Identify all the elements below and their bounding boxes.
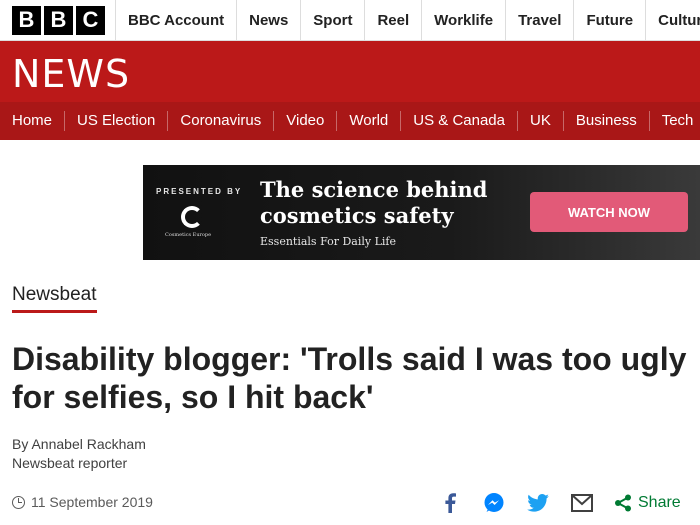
ad-headline: The science behind cosmetics safety — [260, 177, 487, 229]
advertisement-banner[interactable]: PRESENTED BY Cosmetics Europe The scienc… — [143, 165, 700, 260]
share-label: Share — [638, 494, 681, 511]
ad-headline-line: cosmetics safety — [260, 203, 454, 228]
section-nav-us-canada[interactable]: US & Canada — [400, 111, 517, 131]
byline: By Annabel Rackham Newsbeat reporter — [12, 435, 146, 473]
share-button[interactable]: Share — [614, 494, 681, 512]
section-nav-business[interactable]: Business — [562, 111, 649, 131]
section-nav-home[interactable]: Home — [0, 111, 64, 131]
publish-date-text: 11 September 2019 — [31, 494, 153, 510]
article-section-link[interactable]: Newsbeat — [12, 284, 97, 313]
share-toolbar: Share — [428, 489, 681, 517]
share-icon — [615, 494, 631, 512]
article-headline: Disability blogger: 'Trolls said I was t… — [12, 341, 687, 415]
section-nav-world[interactable]: World — [336, 111, 400, 131]
author-name: By Annabel Rackham — [12, 436, 146, 452]
section-nav-us-election[interactable]: US Election — [64, 111, 167, 131]
ad-sponsor-name: Cosmetics Europe — [165, 232, 212, 238]
section-nav-tech[interactable]: Tech — [648, 111, 700, 131]
bbc-logo[interactable]: B B C — [0, 0, 115, 40]
top-nav-news[interactable]: News — [236, 0, 300, 40]
section-nav-uk[interactable]: UK — [517, 111, 563, 131]
news-title[interactable]: NEWS — [12, 52, 130, 96]
sponsor-logo-icon — [181, 206, 203, 228]
top-nav-reel[interactable]: Reel — [364, 0, 421, 40]
news-header-band: NEWS — [0, 41, 700, 102]
ad-presented-by: PRESENTED BY — [156, 187, 243, 196]
publish-date: 11 September 2019 — [12, 494, 153, 510]
section-nav-coronavirus[interactable]: Coronavirus — [167, 111, 273, 131]
bbc-logo-letter: B — [12, 5, 41, 35]
bbc-top-bar: B B C BBC Account News Sport Reel Workli… — [0, 0, 700, 41]
ad-watch-now-button[interactable]: WATCH NOW — [530, 192, 688, 232]
facebook-icon[interactable] — [428, 489, 472, 517]
top-nav-bbc-account[interactable]: BBC Account — [115, 0, 236, 40]
top-nav-worklife[interactable]: Worklife — [421, 0, 505, 40]
bbc-logo-letter: B — [44, 5, 73, 35]
author-role: Newsbeat reporter — [12, 455, 128, 471]
messenger-icon[interactable] — [472, 489, 516, 517]
section-nav-video[interactable]: Video — [273, 111, 336, 131]
top-nav-sport[interactable]: Sport — [300, 0, 364, 40]
email-icon[interactable] — [560, 489, 604, 517]
ad-subline: Essentials For Daily Life — [260, 235, 397, 248]
top-nav-travel[interactable]: Travel — [505, 0, 573, 40]
twitter-icon[interactable] — [516, 489, 560, 517]
top-nav: BBC Account News Sport Reel Worklife Tra… — [115, 0, 700, 40]
ad-headline-line: The science behind — [260, 177, 488, 202]
bbc-logo-letter: C — [76, 5, 105, 35]
section-nav: Home US Election Coronavirus Video World… — [0, 102, 700, 140]
clock-icon — [12, 495, 25, 509]
top-nav-culture[interactable]: Culture — [645, 0, 700, 40]
top-nav-future[interactable]: Future — [573, 0, 645, 40]
